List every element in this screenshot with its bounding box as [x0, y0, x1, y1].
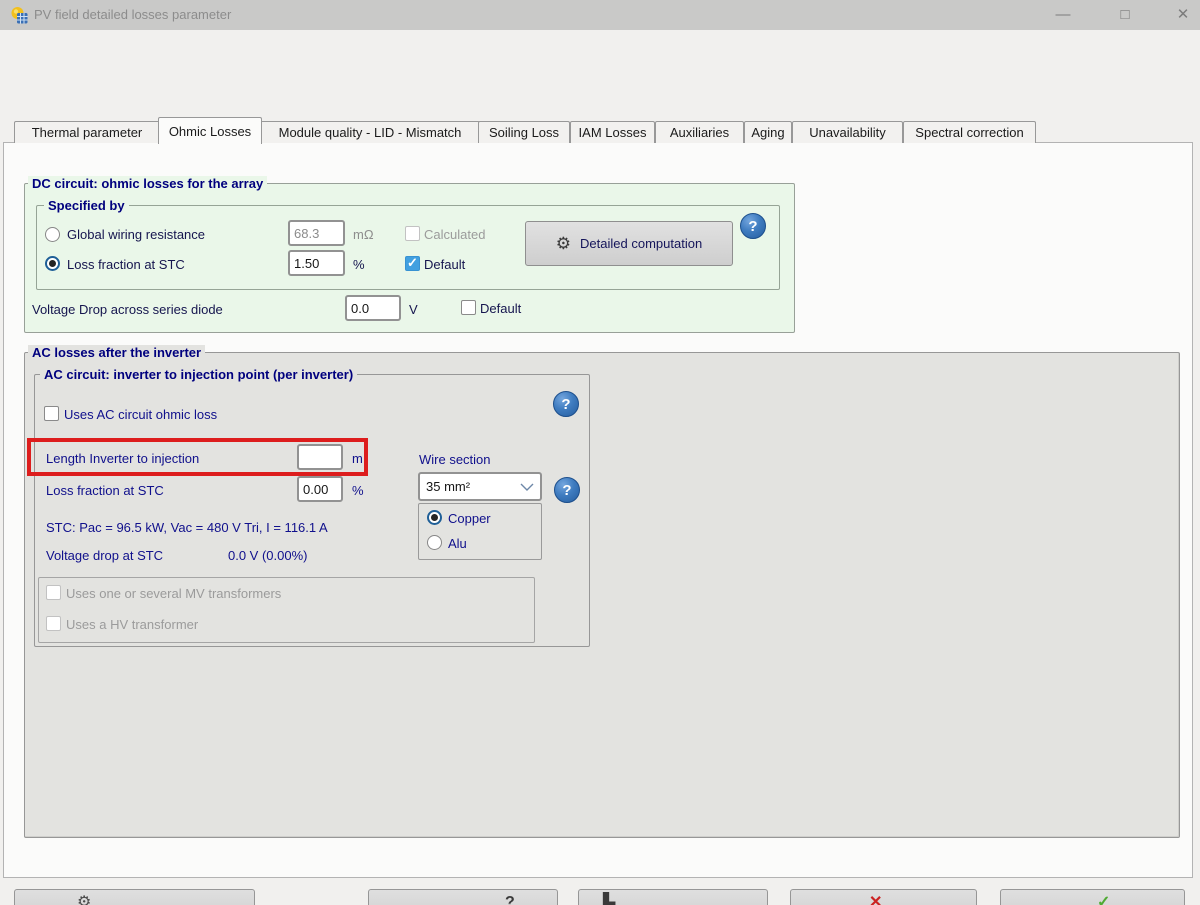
pv-losses-dialog: PV field detailed losses parameter — □ ✕…: [0, 0, 1200, 905]
diode-default-checkbox[interactable]: [461, 300, 476, 315]
mv-transformers-label: Uses one or several MV transformers: [66, 586, 281, 601]
cancel-button[interactable]: ✕: [790, 889, 977, 905]
gear-icon: ⚙: [77, 895, 91, 905]
close-icon[interactable]: ✕: [1168, 0, 1198, 30]
length-inverter-input[interactable]: [297, 444, 343, 470]
dc-circuit-group-title: DC circuit: ohmic losses for the array: [28, 176, 267, 191]
chevron-down-icon: [520, 483, 534, 491]
hv-transformer-label: Uses a HV transformer: [66, 617, 198, 632]
uses-ac-ohmic-checkbox[interactable]: [44, 406, 59, 421]
global-wiring-unit: mΩ: [353, 227, 374, 242]
alu-label: Alu: [448, 536, 467, 551]
wire-section-select[interactable]: 35 mm²: [418, 472, 542, 501]
tab-iam-losses[interactable]: IAM Losses: [570, 121, 655, 143]
ac-help-icon[interactable]: ?: [553, 391, 579, 417]
wire-help-icon[interactable]: ?: [554, 477, 580, 503]
detailed-computation-button[interactable]: ⚙ Detailed computation: [525, 221, 733, 266]
tab-soiling-loss[interactable]: Soiling Loss: [478, 121, 570, 143]
ok-button[interactable]: ✓: [1000, 889, 1185, 905]
loss-fraction-stc-unit: %: [353, 257, 365, 272]
ac-voltage-drop-label: Voltage drop at STC: [46, 548, 163, 563]
loss-fraction-stc-input[interactable]: [288, 250, 345, 276]
ac-loss-fraction-unit: %: [352, 483, 364, 498]
loss-fraction-stc-label: Loss fraction at STC: [67, 257, 185, 272]
ac-losses-title: AC losses after the inverter: [28, 345, 205, 360]
minimize-icon[interactable]: —: [1048, 0, 1078, 30]
tab-spectral-correction[interactable]: Spectral correction: [903, 121, 1036, 143]
alu-radio[interactable]: [427, 535, 442, 550]
bottom-button-1[interactable]: ⚙: [14, 889, 255, 905]
diode-voltage-drop-unit: V: [409, 302, 418, 317]
bottom-button-2[interactable]: ?: [368, 889, 558, 905]
app-icon: [10, 6, 29, 25]
maximize-icon[interactable]: □: [1110, 0, 1140, 30]
specified-by-title: Specified by: [44, 198, 129, 213]
diode-voltage-drop-input[interactable]: [345, 295, 401, 321]
graph-icon: ▙: [603, 895, 615, 905]
ac-loss-fraction-label: Loss fraction at STC: [46, 483, 164, 498]
length-inverter-unit: m: [352, 451, 363, 466]
title-bar: PV field detailed losses parameter — □ ✕: [0, 0, 1200, 30]
hv-transformer-checkbox: [46, 616, 61, 631]
uses-ac-ohmic-label: Uses AC circuit ohmic loss: [64, 407, 217, 422]
tab-ohmic-losses[interactable]: Ohmic Losses: [158, 117, 262, 144]
ac-voltage-drop-value: 0.0 V (0.00%): [228, 548, 308, 563]
wire-section-label: Wire section: [419, 452, 491, 467]
tab-thermal-parameter[interactable]: Thermal parameter: [14, 121, 160, 143]
ac-circuit-title: AC circuit: inverter to injection point …: [40, 367, 357, 382]
stc-info-line: STC: Pac = 96.5 kW, Vac = 480 V Tri, I =…: [46, 520, 328, 535]
global-wiring-radio[interactable]: [45, 227, 60, 242]
bottom-button-3[interactable]: ▙: [578, 889, 768, 905]
copper-radio[interactable]: [427, 510, 442, 525]
tab-module-quality[interactable]: Module quality - LID - Mismatch: [260, 121, 480, 143]
detailed-computation-label: Detailed computation: [580, 236, 702, 251]
ok-icon: ✓: [1097, 895, 1110, 905]
calculated-checkbox: [405, 226, 420, 241]
dc-help-icon[interactable]: ?: [740, 213, 766, 239]
calculated-label: Calculated: [424, 227, 485, 242]
window-title: PV field detailed losses parameter: [34, 0, 231, 30]
diode-default-label: Default: [480, 301, 521, 316]
loss-fraction-stc-radio[interactable]: [45, 256, 60, 271]
wire-section-value: 35 mm²: [426, 479, 470, 494]
length-inverter-label: Length Inverter to injection: [46, 451, 199, 466]
dc-default-checkbox[interactable]: [405, 256, 420, 271]
gear-icon: ⚙: [556, 235, 571, 252]
diode-voltage-drop-label: Voltage Drop across series diode: [32, 302, 223, 317]
global-wiring-label: Global wiring resistance: [67, 227, 205, 242]
copper-label: Copper: [448, 511, 491, 526]
ac-loss-fraction-input[interactable]: [297, 476, 343, 502]
tab-unavailability[interactable]: Unavailability: [792, 121, 903, 143]
tab-auxiliaries[interactable]: Auxiliaries: [655, 121, 744, 143]
cancel-icon: ✕: [869, 895, 882, 905]
dc-default-label: Default: [424, 257, 465, 272]
question-mark-icon: ?: [505, 895, 515, 905]
mv-transformers-checkbox: [46, 585, 61, 600]
tab-aging[interactable]: Aging: [744, 121, 792, 143]
global-wiring-input: [288, 220, 345, 246]
